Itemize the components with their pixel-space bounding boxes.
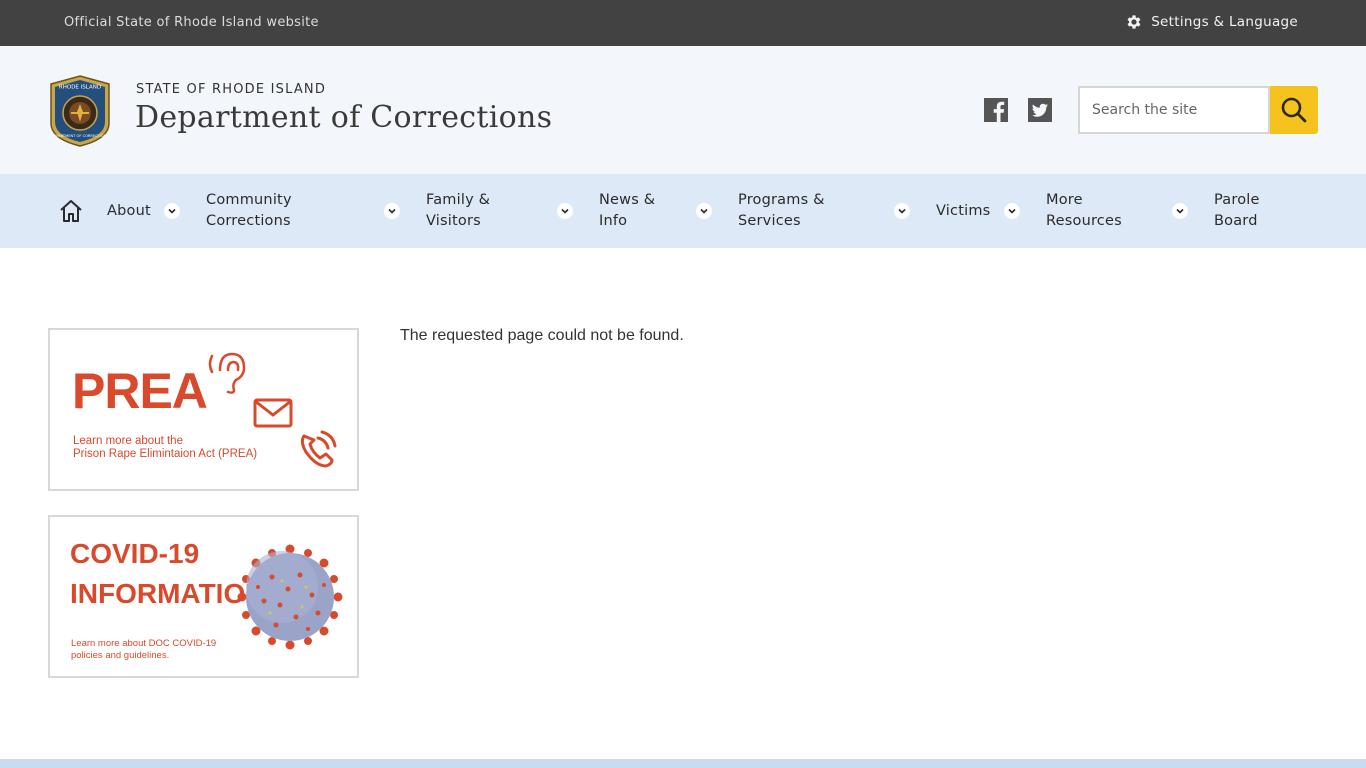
chevron-down-icon <box>168 208 176 214</box>
nav-item-news-info[interactable]: News & Info <box>599 174 655 248</box>
nav-item-label: About <box>107 202 151 219</box>
chevron-down-icon <box>561 208 569 214</box>
settings-language-button[interactable]: Settings & Language <box>1125 13 1298 31</box>
covid-line2: policies and guidelines. <box>71 650 169 661</box>
nav-item-label: More <box>1046 192 1083 208</box>
main-navigation: About Community Corrections Family & Visit… <box>0 174 1366 248</box>
nav-item-label: Parole <box>1214 192 1260 208</box>
virus-icon <box>237 544 343 650</box>
twitter-icon <box>1028 98 1052 122</box>
search-input[interactable] <box>1078 86 1270 134</box>
nav-item-label: Visitors <box>426 213 481 229</box>
prea-title: PREA <box>72 363 207 419</box>
footer-top-border <box>0 759 1366 768</box>
chevron-down-icon <box>700 208 708 214</box>
nav-item-programs-services[interactable]: Programs & Services <box>738 174 825 248</box>
department-title[interactable]: Department of Corrections <box>135 100 552 135</box>
search-icon <box>1281 97 1307 123</box>
prea-line1: Learn more about the <box>73 435 183 447</box>
twitter-link[interactable] <box>1028 98 1052 122</box>
prea-line2: Prison Rape Elimintaion Act (PREA) <box>73 448 257 460</box>
chevron-down-icon <box>388 208 396 214</box>
state-name: STATE OF RHODE ISLAND <box>136 82 327 97</box>
search-button[interactable] <box>1270 86 1318 134</box>
nav-item-label: Programs & <box>738 192 825 208</box>
nav-item-label: Info <box>599 213 628 229</box>
site-header: RHODE ISLAND DEPARTMENT OF CORRECTIONS S… <box>0 46 1366 174</box>
page-not-found-message: The requested page could not be found. <box>400 327 684 344</box>
state-seal-logo[interactable]: RHODE ISLAND DEPARTMENT OF CORRECTIONS <box>48 75 112 147</box>
nav-dropdown-more-resources[interactable] <box>1172 203 1188 219</box>
nav-item-community-corrections[interactable]: Community Corrections <box>206 174 292 248</box>
nav-dropdown-family-visitors[interactable] <box>557 203 573 219</box>
facebook-icon <box>984 98 1008 122</box>
nav-dropdown-community-corrections[interactable] <box>384 203 400 219</box>
nav-item-victims[interactable]: Victims <box>936 174 990 248</box>
nav-item-label: Victims <box>936 202 991 219</box>
official-site-text: Official State of Rhode Island website <box>64 15 319 30</box>
covid-title-1: COVID-19 <box>70 538 199 569</box>
nav-dropdown-about[interactable] <box>164 203 180 219</box>
gear-icon <box>1127 15 1141 29</box>
nav-item-about[interactable]: About <box>107 174 151 248</box>
nav-dropdown-victims[interactable] <box>1004 203 1020 219</box>
nav-item-label: Family & <box>426 192 491 208</box>
nav-item-label: Community <box>206 192 292 208</box>
prea-banner: PREA Learn more about the Prison Rape El… <box>50 330 357 489</box>
nav-item-family-visitors[interactable]: Family & Visitors <box>426 174 490 248</box>
seal-text-bottom: DEPARTMENT OF CORRECTIONS <box>51 134 109 138</box>
chevron-down-icon <box>898 208 906 214</box>
covid-banner: COVID-19 INFORMATION Learn more about DO… <box>50 517 357 676</box>
covid-info-card[interactable]: COVID-19 INFORMATION Learn more about DO… <box>48 515 359 678</box>
nav-item-label: News & <box>599 192 656 208</box>
facebook-link[interactable] <box>984 98 1008 122</box>
seal-text-top: RHODE ISLAND <box>59 85 101 91</box>
prea-promo-card[interactable]: PREA Learn more about the Prison Rape El… <box>48 328 359 491</box>
nav-item-label: Corrections <box>206 213 291 229</box>
official-site-bar: Official State of Rhode Island website S… <box>0 0 1366 46</box>
nav-item-label: Resources <box>1046 213 1122 229</box>
chevron-down-icon <box>1008 208 1016 214</box>
home-icon[interactable] <box>58 198 84 224</box>
covid-title-2: INFORMATION <box>70 578 265 609</box>
nav-item-label: Services <box>738 213 801 229</box>
chevron-down-icon <box>1176 208 1184 214</box>
covid-line1: Learn more about DOC COVID-19 <box>71 638 216 649</box>
settings-language-label: Settings & Language <box>1151 14 1298 30</box>
nav-dropdown-news-info[interactable] <box>696 203 712 219</box>
nav-dropdown-programs-services[interactable] <box>894 203 910 219</box>
nav-item-label: Board <box>1214 213 1258 229</box>
nav-item-more-resources[interactable]: More Resources <box>1046 174 1122 248</box>
nav-item-parole-board[interactable]: Parole Board <box>1214 174 1260 248</box>
